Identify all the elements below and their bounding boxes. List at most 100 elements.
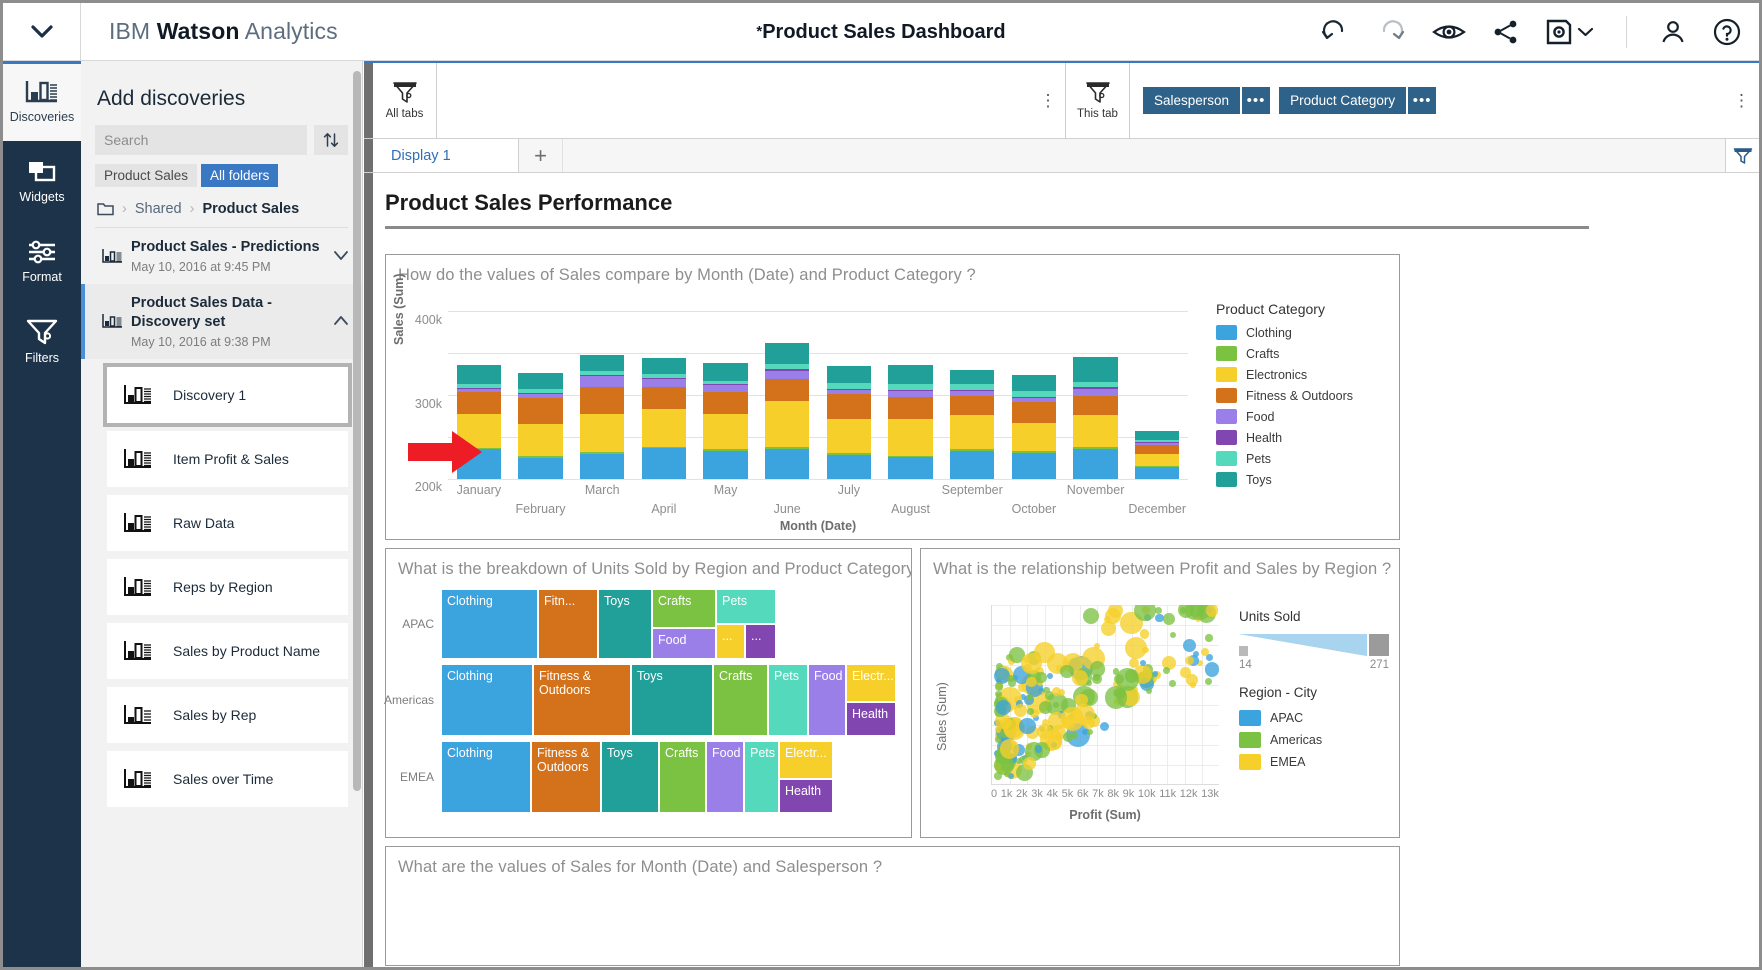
- discovery-card-discovery-1[interactable]: Discovery 1: [103, 362, 352, 427]
- bar-segment[interactable]: [888, 418, 933, 456]
- scatter-point[interactable]: [1052, 701, 1059, 708]
- bar-slot[interactable]: [1003, 303, 1065, 479]
- scatter-point[interactable]: [1182, 639, 1196, 652]
- search-input[interactable]: [95, 125, 307, 155]
- scatter-point[interactable]: [1099, 722, 1109, 732]
- treemap-cell[interactable]: Pets: [769, 665, 807, 735]
- scatter-point[interactable]: [1134, 605, 1156, 622]
- scatter-point[interactable]: [995, 690, 1002, 698]
- scatter-point[interactable]: [1154, 606, 1162, 614]
- treemap-cell[interactable]: Clothing: [442, 590, 537, 658]
- treemap-cell[interactable]: Clothing: [442, 742, 530, 812]
- scatter-point[interactable]: [996, 700, 1011, 715]
- bar-segment[interactable]: [1073, 388, 1118, 397]
- filter-chip-product-category[interactable]: Product Category •••: [1279, 87, 1437, 114]
- legend-entry[interactable]: Electronics: [1216, 367, 1353, 382]
- bar-segment[interactable]: [1011, 453, 1057, 479]
- bar-segment[interactable]: [579, 413, 625, 453]
- undo-button[interactable]: [1320, 19, 1350, 45]
- bar-segment[interactable]: [950, 370, 995, 385]
- chevron-up-icon[interactable]: [328, 313, 354, 329]
- stacked-bar[interactable]: [1135, 430, 1180, 479]
- treemap-cell[interactable]: Fitness & Outdoors: [532, 742, 600, 812]
- widget-profit-vs-sales-by-region[interactable]: What is the relationship between Profit …: [920, 548, 1400, 838]
- scatter-point[interactable]: [1145, 688, 1152, 695]
- stacked-bar[interactable]: [765, 342, 810, 479]
- bar-segment[interactable]: [1135, 453, 1180, 467]
- this-tab-overflow-button[interactable]: ⋮: [1725, 63, 1759, 138]
- board-left-handle[interactable]: [364, 173, 373, 967]
- bar-segment[interactable]: [1011, 423, 1057, 452]
- share-button[interactable]: [1492, 19, 1520, 45]
- treemap-cell[interactable]: Crafts: [660, 742, 705, 812]
- tabbar-left-handle[interactable]: [364, 139, 373, 172]
- bar-segment[interactable]: [518, 397, 563, 424]
- legend-entry[interactable]: Pets: [1216, 451, 1353, 466]
- legend-entry[interactable]: Clothing: [1216, 325, 1353, 340]
- help-button[interactable]: [1713, 18, 1741, 46]
- scatter-point[interactable]: [1162, 613, 1175, 626]
- scatter-point[interactable]: [1086, 729, 1093, 736]
- legend-entry[interactable]: Health: [1216, 430, 1353, 445]
- treemap-cell[interactable]: Pets: [717, 590, 775, 623]
- scatter-point[interactable]: [1184, 655, 1194, 665]
- stacked-bar[interactable]: [826, 365, 872, 479]
- bar-segment[interactable]: [826, 365, 872, 384]
- legend-entry[interactable]: Crafts: [1216, 346, 1353, 361]
- bar-segment[interactable]: [579, 376, 625, 387]
- stacked-bar[interactable]: [888, 364, 933, 479]
- legend-entry[interactable]: Toys: [1216, 472, 1353, 487]
- stacked-bar[interactable]: [950, 370, 995, 479]
- widget-sales-by-month-salesperson[interactable]: What are the values of Sales for Month (…: [385, 846, 1400, 966]
- treemap-cell[interactable]: Toys: [602, 742, 658, 812]
- bar-segment[interactable]: [826, 454, 872, 479]
- bar-segment[interactable]: [1073, 357, 1118, 383]
- legend-entry[interactable]: Fitness & Outdoors: [1216, 388, 1353, 403]
- all-tabs-overflow-button[interactable]: ⋮: [1032, 63, 1066, 138]
- scatter-point[interactable]: [1189, 681, 1196, 688]
- redo-button[interactable]: [1376, 19, 1406, 45]
- discovery-card-sales-over-time[interactable]: Sales over Time: [107, 750, 348, 807]
- scatter-point[interactable]: [1060, 664, 1074, 679]
- main-menu-button[interactable]: [3, 3, 81, 61]
- scatter-point[interactable]: [1089, 661, 1106, 677]
- scatter-point[interactable]: [1027, 708, 1034, 715]
- treemap-cell[interactable]: Electr...: [847, 665, 895, 701]
- treemap-cell[interactable]: Toys: [632, 665, 712, 735]
- panel-scrollbar-thumb[interactable]: [353, 71, 361, 791]
- scatter-point[interactable]: [1204, 661, 1219, 677]
- scatter-point[interactable]: [999, 739, 1020, 759]
- bar-segment[interactable]: [826, 418, 872, 454]
- bar-segment[interactable]: [1135, 466, 1180, 479]
- bar-segment[interactable]: [641, 378, 687, 388]
- bar-segment[interactable]: [888, 457, 933, 479]
- bar-slot[interactable]: [571, 303, 633, 479]
- scatter-point[interactable]: [1142, 647, 1149, 654]
- filter-chip-menu-icon[interactable]: •••: [1408, 87, 1437, 114]
- treemap-cell[interactable]: Clothing: [442, 665, 532, 735]
- scatter-point[interactable]: [1140, 629, 1150, 639]
- bar-segment[interactable]: [826, 393, 872, 419]
- filter-chip-salesperson[interactable]: Salesperson •••: [1143, 87, 1271, 114]
- bar-segment[interactable]: [888, 383, 933, 391]
- bar-slot[interactable]: [880, 303, 942, 479]
- size-legend-slider[interactable]: [1239, 634, 1389, 656]
- bar-slot[interactable]: [941, 303, 1003, 479]
- bar-segment[interactable]: [765, 448, 810, 479]
- discovery-card-item-profit-and-sales[interactable]: Item Profit & Sales: [107, 430, 348, 487]
- sidebar-item-discoveries[interactable]: Discoveries: [3, 61, 81, 141]
- treemap-cell[interactable]: Crafts: [653, 590, 715, 627]
- breadcrumb-product-sales[interactable]: Product Sales: [202, 201, 299, 217]
- scatter-point[interactable]: [1205, 634, 1213, 642]
- scatter-point[interactable]: [1192, 650, 1199, 657]
- account-button[interactable]: [1659, 18, 1687, 46]
- scatter-point[interactable]: [1026, 694, 1033, 701]
- bar-segment[interactable]: [1073, 448, 1118, 479]
- scatter-point[interactable]: [1204, 678, 1212, 685]
- scatter-point[interactable]: [1013, 704, 1027, 718]
- sidebar-item-format[interactable]: Format: [3, 221, 81, 301]
- scatter-point[interactable]: [994, 682, 1003, 691]
- scatter-point[interactable]: [1071, 670, 1088, 686]
- scatter-point[interactable]: [1019, 718, 1036, 735]
- bar-segment[interactable]: [888, 364, 933, 384]
